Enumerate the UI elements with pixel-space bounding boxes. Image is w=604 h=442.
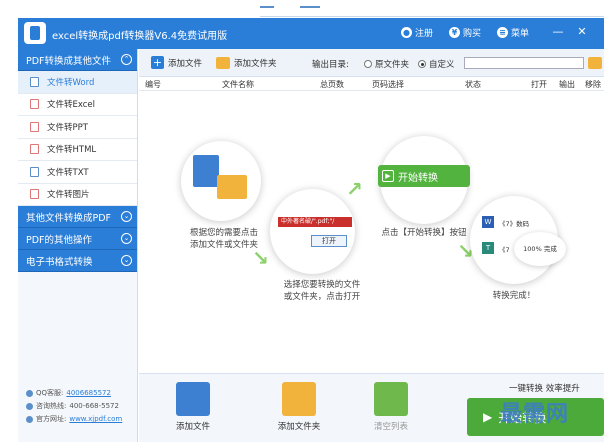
phone-number: 400-668-5572 [69,402,119,410]
chevron-down-icon: ⌄ [121,233,132,244]
radio-custom-folder[interactable]: 自定义 [418,58,455,70]
menu-icon: ≡ [497,27,508,38]
clear-list-button[interactable]: 清空列表 [361,382,421,432]
step2-circle: 中外著名破/".pdf;"/ 打开 [270,189,355,274]
browse-folder-icon[interactable] [588,57,602,69]
add-file-icon [176,382,210,416]
txt-icon: T [482,242,494,254]
col-status: 状态 [465,80,481,89]
sidebar: PDF转换成其他文件 ⌃ 文件转Word 文件转Excel 文件转PPT 文件转… [18,49,138,442]
txt-file-icon [30,166,39,177]
progress-bubble: 100% 完成 [514,232,566,266]
excel-file-icon [30,99,39,110]
col-pages: 总页数 [320,80,344,89]
window-edge-segment [260,6,274,8]
folder-icon [216,56,231,69]
play-icon: ▶ [382,170,394,182]
col-number: 编号 [145,80,161,89]
website-link[interactable]: www.xjpdf.com [69,413,122,426]
chevron-up-icon: ⌃ [121,54,132,65]
app-logo-icon [24,22,46,44]
step4-circle: W 《7》数码 T 《7 100% 完成 [470,196,566,284]
col-remove: 移除 [585,80,601,89]
dialog-title: 中外著名破/".pdf;"/ [278,217,352,227]
arrow-up-right-icon: ↗ [346,177,363,201]
user-icon: ● [401,27,412,38]
title-bar: excel转换成pdf转换器V6.4免费试用版 ● 注册 ¥ 购买 ≡ 菜单 —… [18,18,604,49]
image-file-icon [30,189,39,200]
minimize-button[interactable]: — [551,25,565,39]
yen-icon: ¥ [449,27,460,38]
html-file-icon [30,144,39,155]
watermark: 最需网 [500,401,570,427]
step2-caption: 选择您要转换的文件 或文件夹，点击打开 [283,280,361,302]
ppt-file-icon [30,121,39,132]
step3-circle: ▶ 开始转换 [378,136,470,224]
radio-circle [364,60,372,68]
toolbar: + 添加文件 添加文件夹 输出目录: 原文件夹 自定义 [139,49,604,77]
sidebar-item-word[interactable]: 文件转Word [18,71,137,94]
sidebar-section-pdf-to-other[interactable]: PDF转换成其他文件 ⌃ [18,49,137,71]
word-icon: W [482,216,494,228]
word-file-icon [30,76,39,87]
add-folder-button[interactable]: 添加文件夹 [216,56,277,69]
bottom-add-file-button[interactable]: 添加文件 [163,382,223,432]
col-page-select: 页码选择 [372,80,404,89]
col-open: 打开 [531,80,547,89]
register-button[interactable]: ● 注册 [401,26,433,39]
start-convert-illustration: ▶ 开始转换 [378,165,470,187]
sidebar-item-html[interactable]: 文件转HTML [18,138,137,161]
chevron-down-icon: ⌄ [121,255,132,266]
bottom-add-folder-button[interactable]: 添加文件夹 [269,382,329,432]
contact-info: QQ客服: 4006685572 咨询热线: 400-668-5572 官方网址: w… [26,387,122,426]
guide-illustration: 根据您的需要点击 添加文件或文件夹 ↘ 中外著名破/".pdf;"/ 打开 选择您… [139,91,604,373]
window-edge-segment [300,6,320,8]
chevron-down-icon: ⌄ [121,211,132,222]
document-icon [193,155,219,187]
menu-button[interactable]: ≡ 菜单 [497,26,529,39]
file-table-header: 编号 文件名称 总页数 页码选择 状态 打开 输出 移除 [139,77,604,91]
background-window-edge [260,0,604,17]
step4-caption: 转换完成！ [492,291,536,301]
play-icon: ▶ [483,410,493,424]
sidebar-item-image[interactable]: 文件转图片 [18,183,137,206]
sidebar-section-other-to-pdf[interactable]: 其他文件转换成PDF ⌄ [18,206,137,228]
sidebar-item-txt[interactable]: 文件转TXT [18,161,137,184]
close-button[interactable]: ✕ [575,25,589,39]
sidebar-item-excel[interactable]: 文件转Excel [18,93,137,116]
app-title: excel转换成pdf转换器V6.4免费试用版 [52,31,228,42]
output-dir-label: 输出目录: [312,60,349,70]
globe-icon [26,416,33,423]
sidebar-item-ppt[interactable]: 文件转PPT [18,116,137,139]
open-button: 打开 [311,235,347,247]
qq-link[interactable]: 4006685572 [66,387,111,400]
col-output: 输出 [559,80,575,89]
folder-icon [217,175,247,199]
arrow-down-right-icon: ↘ [252,246,269,270]
qq-icon [26,390,33,397]
radio-original-folder[interactable]: 原文件夹 [364,58,409,70]
step1-circle [181,141,261,221]
sidebar-section-ebook[interactable]: 电子书格式转换 ⌄ [18,250,137,272]
col-filename: 文件名称 [222,80,254,89]
buy-button[interactable]: ¥ 购买 [449,26,481,39]
add-file-button[interactable]: + 添加文件 [151,56,202,69]
plus-icon: + [151,56,164,69]
phone-icon [26,403,33,410]
broom-icon [374,382,408,416]
radio-circle-selected [418,60,426,68]
output-path-input[interactable] [464,57,584,69]
add-folder-icon [282,382,316,416]
main-panel: + 添加文件 添加文件夹 输出目录: 原文件夹 自定义 编号 文件名称 总页数 … [139,49,604,442]
step3-caption: 点击【开始转换】按钮 [381,228,467,238]
sidebar-section-pdf-other-ops[interactable]: PDF的其他操作 ⌄ [18,228,137,250]
slogan-text: 一键转换 效率提升 [509,384,580,394]
